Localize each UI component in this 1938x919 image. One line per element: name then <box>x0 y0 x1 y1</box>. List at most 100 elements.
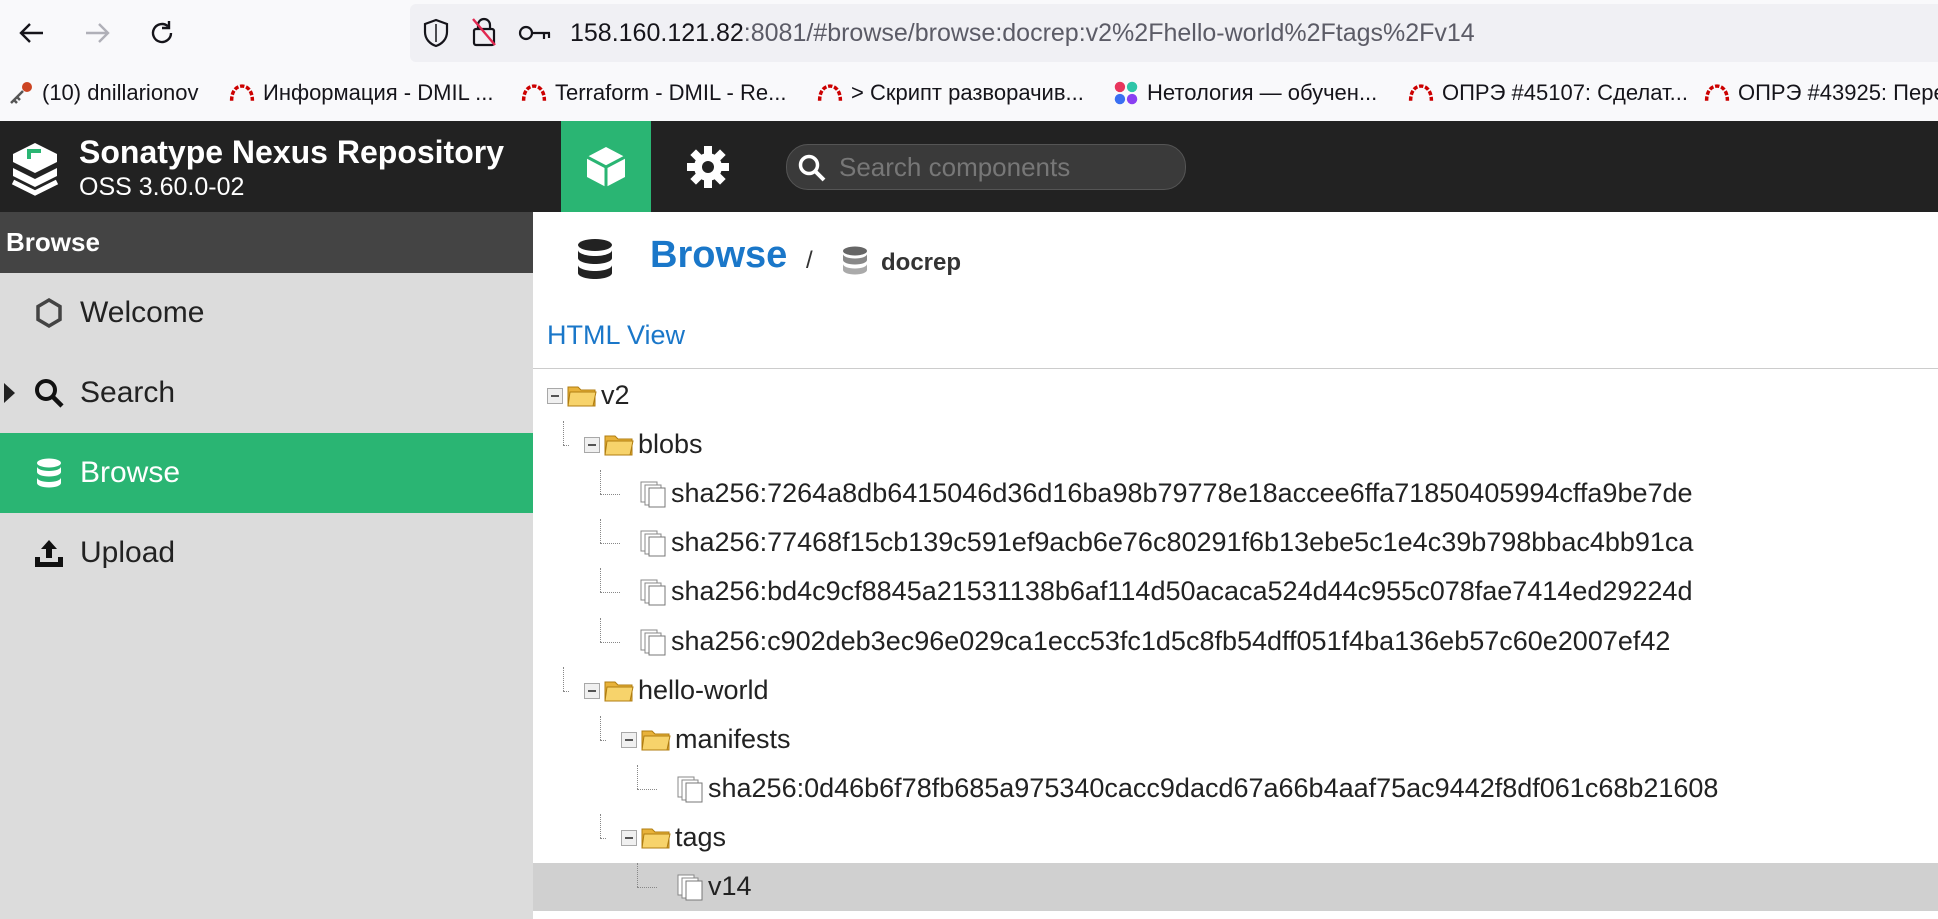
bookmark-item[interactable]: ОПРЭ #43925: Пере <box>1704 80 1938 106</box>
tree-node-label: sha256:c902deb3ec96e029ca1ecc53fc1d5c8fb… <box>671 625 1671 656</box>
bookmarks-bar: (10) dnillarionov Информация - DMIL ... … <box>0 66 1938 122</box>
sidebar-item-label: Upload <box>80 536 176 569</box>
html-view-link[interactable]: HTML View <box>547 320 685 351</box>
folder-open-icon <box>567 382 597 413</box>
tree-connector <box>600 543 620 545</box>
forward-button[interactable] <box>77 13 117 53</box>
tree-folder-node[interactable]: v2 <box>533 372 1938 420</box>
tree-connector <box>563 445 569 447</box>
tree-connector <box>563 690 569 692</box>
tree-node-label: manifests <box>675 723 791 754</box>
back-button[interactable] <box>12 13 52 53</box>
key-permissions-icon[interactable] <box>518 22 552 44</box>
sidebar-item-label: Browse <box>80 456 181 489</box>
redhat-icon <box>1408 84 1434 101</box>
cube-icon <box>586 146 626 187</box>
folder-open-icon <box>604 677 634 708</box>
file-stack-icon <box>676 873 704 906</box>
tree-node-label: v2 <box>601 380 630 410</box>
tree-file-node[interactable]: sha256:0d46b6f78fb685a975340cacc9dacd67a… <box>533 764 1938 813</box>
file-stack-icon <box>639 628 667 661</box>
arrow-right-icon <box>86 23 110 43</box>
tree-file-node[interactable]: sha256:7264a8db6415046d36d16ba98b79778e1… <box>533 470 1938 518</box>
component-search[interactable] <box>786 144 1186 190</box>
main-panel: Browse / docrep HTML View v2 blobs sha256:… <box>533 212 1938 919</box>
tree-connector <box>637 788 657 790</box>
sidebar-item-browse[interactable]: Browse <box>0 433 533 513</box>
bookmark-item[interactable]: (10) dnillarionov <box>8 80 199 106</box>
tree-file-node[interactable]: sha256:bd4c9cf8845a21531138b6af114d50aca… <box>533 568 1938 616</box>
tree-connector <box>563 421 564 446</box>
url-path: :8081/#browse/browse:docrep:v2%2Fhello-w… <box>743 19 1475 47</box>
tree-connector <box>600 494 620 496</box>
breadcrumb-repository: docrep <box>881 249 962 276</box>
sidebar-item-upload[interactable]: Upload <box>0 513 533 593</box>
database-icon <box>578 239 612 279</box>
bookmark-label: Информация - DMIL ... <box>263 80 494 105</box>
tree-folder-node[interactable]: tags <box>533 813 1938 862</box>
bookmark-item[interactable]: ОПРЭ #45107: Сделат... <box>1408 80 1688 106</box>
collapse-toggle-icon[interactable] <box>547 388 563 404</box>
tree-connector <box>563 666 564 691</box>
bookmark-item[interactable]: Нетология — обучен... <box>1113 80 1377 106</box>
browser-toolbar: 158.160.121.82:8081/#browse/browse:docre… <box>0 0 1938 66</box>
tree-connector <box>637 764 638 789</box>
tree-folder-node[interactable]: hello-world <box>533 666 1938 715</box>
url-text[interactable]: 158.160.121.82:8081/#browse/browse:docre… <box>570 19 1475 48</box>
collapse-toggle-icon[interactable] <box>621 829 637 846</box>
app-version: OSS 3.60.0-02 <box>79 173 245 201</box>
tree-connector <box>600 715 601 740</box>
url-bar[interactable]: 158.160.121.82:8081/#browse/browse:docre… <box>410 4 1938 62</box>
tree-node-label: sha256:bd4c9cf8845a21531138b6af114d50aca… <box>671 576 1693 607</box>
tree-connector <box>600 617 601 642</box>
tree-connector <box>600 813 601 838</box>
insecure-lock-icon[interactable] <box>470 16 498 48</box>
shield-icon[interactable] <box>422 18 450 48</box>
admin-settings-button[interactable] <box>668 121 748 212</box>
collapse-toggle-icon[interactable] <box>584 682 600 699</box>
collapse-toggle-icon[interactable] <box>621 731 637 748</box>
folder-open-icon <box>641 824 671 855</box>
file-stack-icon <box>639 480 667 513</box>
file-stack-icon <box>639 578 667 611</box>
search-input[interactable] <box>837 149 1171 185</box>
expand-arrow-icon[interactable] <box>4 383 15 403</box>
redhat-icon <box>229 84 255 101</box>
tree-connector <box>600 739 606 741</box>
tree-node-label: sha256:7264a8db6415046d36d16ba98b79778e1… <box>671 478 1693 509</box>
tree-file-node[interactable]: sha256:c902deb3ec96e029ca1ecc53fc1d5c8fb… <box>533 617 1938 666</box>
bookmark-label: Нетология — обучен... <box>1147 80 1378 105</box>
sidebar-header: Browse <box>0 212 533 273</box>
breadcrumb-browse[interactable]: Browse <box>650 234 787 277</box>
bookmark-label: ОПРЭ #43925: Пере <box>1738 80 1938 105</box>
tree-file-node[interactable]: sha256:77468f15cb139c591ef9acb6e76c80291… <box>533 519 1938 567</box>
bookmark-item[interactable]: Информация - DMIL ... <box>229 80 493 106</box>
app-title: Sonatype Nexus Repository <box>79 134 504 170</box>
gear-icon <box>687 145 729 188</box>
tree-folder-node[interactable]: blobs <box>533 421 1938 469</box>
breadcrumb-separator: / <box>806 247 813 274</box>
nexus-logo-icon[interactable] <box>9 141 61 196</box>
file-stack-icon <box>676 775 704 808</box>
tree-connector <box>637 863 638 887</box>
arrow-left-icon <box>19 23 43 43</box>
divider <box>533 368 1938 369</box>
sidebar-item-welcome[interactable]: Welcome <box>0 273 533 353</box>
bookmark-item[interactable]: > Скрипт разворачив... <box>817 80 1084 106</box>
sidebar: Browse Welcome Search Browse Upload <box>0 212 533 919</box>
bookmark-label: ОПРЭ #45107: Сделат... <box>1442 80 1688 105</box>
tree-connector <box>600 592 620 594</box>
bookmark-label: > Скрипт разворачив... <box>851 80 1084 105</box>
sidebar-item-search[interactable]: Search <box>0 353 533 433</box>
url-host: 158.160.121.82 <box>570 19 744 47</box>
tree-folder-node[interactable]: manifests <box>533 715 1938 764</box>
reload-button[interactable] <box>142 13 182 53</box>
collapse-toggle-icon[interactable] <box>584 437 600 454</box>
bookmark-item[interactable]: Terraform - DMIL - Re... <box>521 80 786 106</box>
browse-mode-button[interactable] <box>561 121 651 212</box>
search-icon <box>798 154 826 182</box>
tree-file-node[interactable]: v14 <box>533 863 1938 911</box>
tree-node-label: hello-world <box>638 674 769 705</box>
tree-node-label: v14 <box>708 871 752 901</box>
tree-connector <box>600 519 601 544</box>
